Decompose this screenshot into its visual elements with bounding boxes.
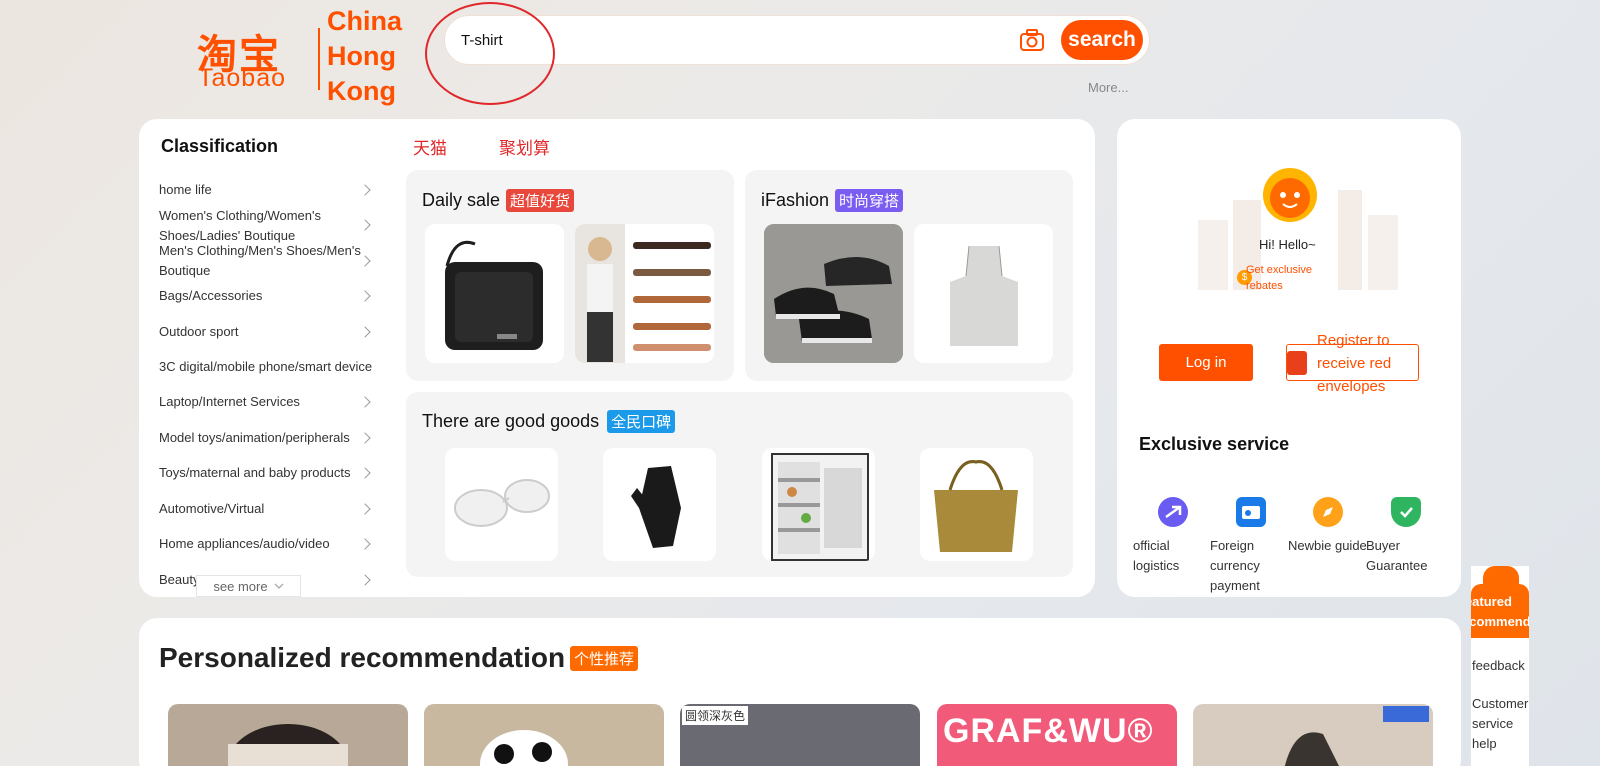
product-bag[interactable] bbox=[425, 224, 564, 363]
annotation-circle bbox=[425, 2, 555, 105]
ifashion-header: iFashion 时尚穿搭 bbox=[761, 189, 904, 212]
chevron-down-icon bbox=[274, 583, 284, 589]
recommendation-label: 圆领深灰色 bbox=[682, 706, 749, 725]
recommendation-item[interactable] bbox=[1193, 704, 1433, 766]
category-item[interactable]: Toys/maternal and baby products bbox=[159, 463, 371, 483]
logo-english[interactable]: Taobao bbox=[198, 64, 286, 93]
featured-recommend-label: Featured recommend bbox=[1471, 594, 1529, 629]
person-image bbox=[228, 724, 348, 766]
category-item[interactable]: Home appliances/audio/video bbox=[159, 534, 371, 554]
product-sneakers[interactable] bbox=[764, 224, 903, 363]
more-link[interactable]: More... bbox=[1088, 80, 1128, 95]
ifashion-title: iFashion bbox=[761, 190, 830, 210]
service-label[interactable]: Newbie guide bbox=[1288, 536, 1368, 556]
category-item[interactable]: Laptop/Internet Services bbox=[159, 392, 371, 412]
service-label[interactable]: Buyer Guarantee bbox=[1366, 536, 1446, 576]
logo-divider bbox=[318, 28, 320, 90]
red-envelope-icon bbox=[1287, 351, 1307, 375]
good-goods-tag: 全民口碑 bbox=[607, 410, 676, 433]
classification-title: Classification bbox=[161, 136, 279, 156]
camera-icon[interactable] bbox=[1019, 28, 1045, 52]
gloves-image bbox=[631, 466, 681, 548]
wallet-icon[interactable] bbox=[1236, 497, 1266, 527]
good-goods-header: There are good goods 全民口碑 bbox=[422, 410, 676, 433]
see-more-button[interactable]: see more bbox=[196, 575, 301, 597]
category-item[interactable]: Bags/Accessories bbox=[159, 286, 371, 306]
product-gloves[interactable] bbox=[603, 448, 716, 561]
figurine-image bbox=[1284, 706, 1429, 766]
sneakers-image bbox=[764, 224, 903, 363]
service-label[interactable]: official logistics bbox=[1133, 536, 1213, 576]
product-apron[interactable] bbox=[914, 224, 1053, 363]
product-belts[interactable] bbox=[575, 224, 714, 363]
plane-icon[interactable] bbox=[1158, 497, 1188, 527]
recommendation-item[interactable] bbox=[424, 704, 664, 766]
region-line-2: Hong bbox=[327, 41, 396, 71]
shelf-image bbox=[771, 453, 869, 561]
feedback-link[interactable]: feedback bbox=[1472, 656, 1532, 676]
login-button[interactable]: Log in bbox=[1159, 344, 1253, 381]
bag-image bbox=[445, 240, 543, 350]
category-item[interactable]: Men's Clothing/Men's Shoes/Men's Boutiqu… bbox=[159, 241, 371, 281]
category-item[interactable]: home life bbox=[159, 180, 371, 200]
see-more-label: see more bbox=[213, 578, 268, 594]
recommendation-item[interactable] bbox=[168, 704, 408, 766]
ifashion-tag: 时尚穿搭 bbox=[835, 189, 904, 212]
featured-recommend-button[interactable]: Featured recommend bbox=[1471, 584, 1529, 638]
product-shelf[interactable] bbox=[762, 448, 875, 561]
customer-service-link[interactable]: Customer service help bbox=[1472, 694, 1530, 754]
category-item[interactable]: Women's Clothing/Women's Shoes/Ladies' B… bbox=[159, 206, 371, 246]
panda-toy-image bbox=[480, 730, 568, 766]
compass-icon[interactable] bbox=[1313, 497, 1343, 527]
category-item[interactable]: Outdoor sport bbox=[159, 322, 371, 342]
tote-image bbox=[934, 460, 1018, 552]
category-item[interactable]: Model toys/animation/peripherals bbox=[159, 428, 371, 448]
recommendation-item[interactable]: GRAF&WU® bbox=[937, 704, 1177, 766]
region-line-1: China bbox=[327, 6, 403, 36]
brand-logo: GRAF&WU® bbox=[943, 712, 1154, 750]
exclusive-service-title: Exclusive service bbox=[1139, 434, 1290, 454]
region-label: China Hong Kong bbox=[327, 4, 402, 109]
product-glasses[interactable] bbox=[445, 448, 558, 561]
shield-icon[interactable] bbox=[1391, 497, 1421, 527]
tab-juhuasuan[interactable]: 聚划算 bbox=[499, 134, 550, 159]
belts-image bbox=[575, 224, 711, 363]
avatar[interactable] bbox=[1263, 168, 1317, 222]
search-button[interactable]: search bbox=[1061, 20, 1143, 60]
apron-image bbox=[950, 245, 1018, 346]
daily-sale-header: Daily sale 超值好货 bbox=[422, 189, 575, 212]
glasses-image bbox=[454, 479, 550, 527]
tab-tmall[interactable]: 天猫 bbox=[413, 134, 447, 159]
product-tote[interactable] bbox=[920, 448, 1033, 561]
category-item[interactable]: 3C digital/mobile phone/smart device bbox=[159, 357, 384, 377]
service-label[interactable]: Foreign currency payment bbox=[1210, 536, 1290, 596]
recommendation-tag: 个性推荐 bbox=[570, 646, 639, 671]
mascot-icon bbox=[1270, 178, 1310, 218]
daily-sale-tag: 超值好货 bbox=[506, 189, 575, 212]
region-line-3: Kong bbox=[327, 76, 396, 106]
recommendation-item[interactable]: 圆领深灰色 bbox=[680, 704, 920, 766]
category-item[interactable]: Automotive/Virtual bbox=[159, 499, 371, 519]
rebate-link[interactable]: Get exclusive rebates bbox=[1246, 262, 1336, 294]
good-goods-title: There are good goods bbox=[422, 411, 600, 431]
recommendation-title: Personalized recommendation bbox=[159, 642, 566, 673]
register-label: Register to receive red envelopes bbox=[1317, 332, 1392, 395]
greeting-text: Hi! Hello~ bbox=[1259, 237, 1316, 252]
daily-sale-title: Daily sale bbox=[422, 190, 501, 210]
